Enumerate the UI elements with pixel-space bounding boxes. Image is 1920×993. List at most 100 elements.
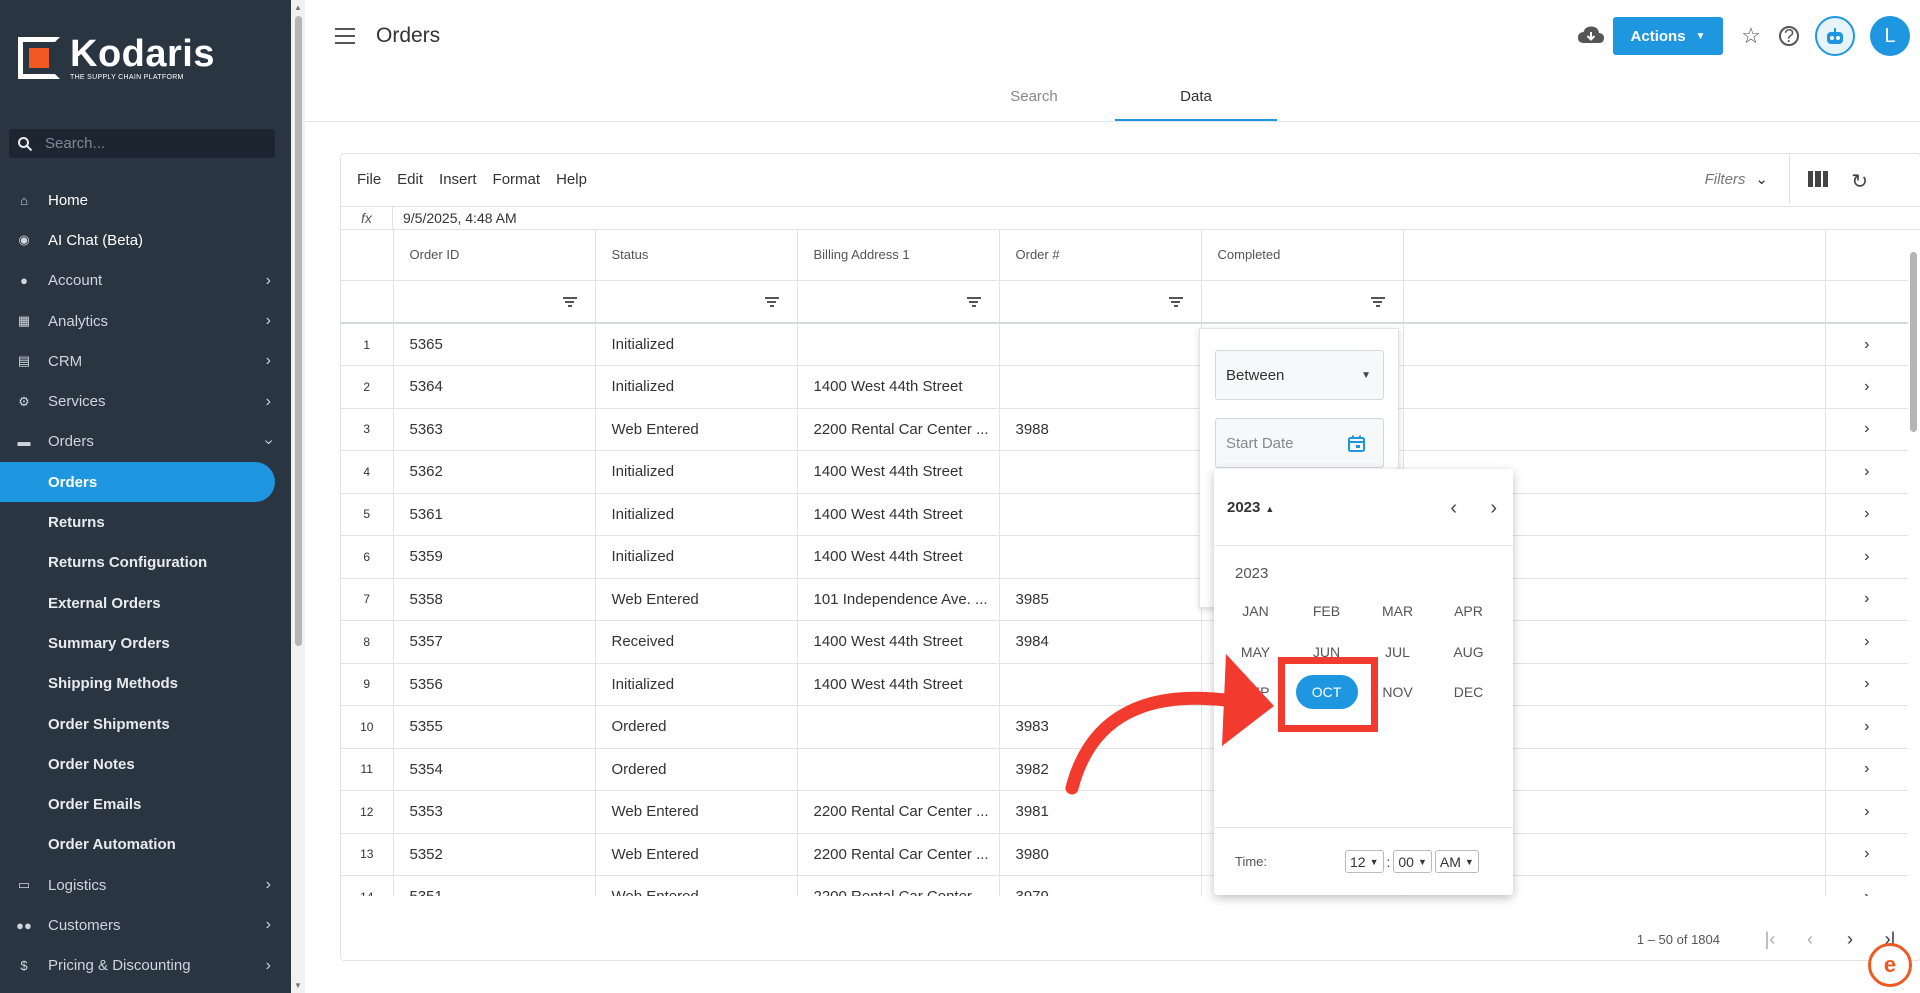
- cell-status[interactable]: Initialized: [595, 450, 798, 494]
- row-open-chevron-icon[interactable]: ›: [1825, 493, 1908, 536]
- cell-billing-address[interactable]: 1400 West 44th Street: [797, 493, 1000, 536]
- sidebar-item-analytics[interactable]: ▦ Analytics ›: [0, 301, 291, 341]
- refresh-icon[interactable]: ↻: [1851, 169, 1868, 194]
- sidebar-subitem-orders[interactable]: Orders: [0, 462, 275, 503]
- sidebar-subitem-order-notes[interactable]: Order Notes: [0, 744, 291, 784]
- row-number[interactable]: 9: [341, 663, 394, 706]
- scroll-up-arrow-icon[interactable]: ▲: [294, 3, 302, 12]
- cell-status[interactable]: Ordered: [595, 705, 798, 749]
- filter-icon[interactable]: [764, 296, 779, 307]
- sidebar-item-logistics[interactable]: ▭ Logistics ›: [0, 865, 291, 905]
- cell-status[interactable]: Received: [595, 620, 798, 664]
- cell-order-number[interactable]: [999, 365, 1202, 409]
- cell-order-number[interactable]: [999, 493, 1202, 536]
- month-mar[interactable]: MAR: [1362, 591, 1433, 632]
- table-row[interactable]: 7 5358 Web Entered 101 Independence Ave. ..…: [341, 578, 1908, 621]
- column-header-completed[interactable]: Completed: [1201, 230, 1404, 281]
- cell-order-id[interactable]: 5364: [393, 365, 596, 409]
- cell-order-id[interactable]: 5357: [393, 620, 596, 664]
- cell-order-number[interactable]: [999, 450, 1202, 494]
- actions-button[interactable]: Actions ▼: [1613, 17, 1723, 55]
- filter-cell-order-id[interactable]: [393, 280, 596, 324]
- grid-scrollbar[interactable]: [1906, 230, 1920, 896]
- row-open-chevron-icon[interactable]: ›: [1825, 408, 1908, 451]
- month-jan[interactable]: JAN: [1220, 591, 1291, 632]
- row-open-chevron-icon[interactable]: ›: [1825, 578, 1908, 621]
- cell-billing-address[interactable]: 2200 Rental Car Center ...: [797, 875, 1000, 896]
- sidebar-subitem-order-emails[interactable]: Order Emails: [0, 784, 291, 824]
- row-open-chevron-icon[interactable]: ›: [1825, 705, 1908, 749]
- cell-billing-address[interactable]: 1400 West 44th Street: [797, 663, 1000, 706]
- previous-icon[interactable]: ‹: [1450, 497, 1457, 520]
- start-date-input[interactable]: Start Date: [1215, 418, 1384, 468]
- cell-order-id[interactable]: 5353: [393, 790, 596, 834]
- row-number[interactable]: 2: [341, 365, 394, 409]
- cell-order-number[interactable]: 3985: [999, 578, 1202, 621]
- menu-help[interactable]: Help: [556, 171, 587, 188]
- month-apr[interactable]: APR: [1433, 591, 1504, 632]
- row-number[interactable]: 1: [341, 323, 394, 366]
- cell-billing-address[interactable]: [797, 705, 1000, 749]
- column-header-billing-address[interactable]: Billing Address 1: [797, 230, 1000, 281]
- cell-order-number[interactable]: [999, 535, 1202, 579]
- table-row[interactable]: 5 5361 Initialized 1400 West 44th Street ›: [341, 493, 1908, 536]
- filter-cell-order-number[interactable]: [999, 280, 1202, 324]
- cell-status[interactable]: Initialized: [595, 663, 798, 706]
- sidebar-subitem-summary-orders[interactable]: Summary Orders: [0, 623, 291, 663]
- cell-status[interactable]: Web Entered: [595, 408, 798, 451]
- filter-cell-completed[interactable]: [1201, 280, 1404, 324]
- sidebar-item-customers[interactable]: ●● Customers ›: [0, 905, 291, 945]
- cell-order-number[interactable]: 3988: [999, 408, 1202, 451]
- tab-search[interactable]: Search: [953, 80, 1115, 121]
- sidebar-item-home[interactable]: ⌂ Home: [0, 180, 291, 220]
- row-number[interactable]: 7: [341, 578, 394, 621]
- cell-order-id[interactable]: 5365: [393, 323, 596, 366]
- ampm-select[interactable]: AM ▼: [1434, 850, 1479, 873]
- next-page-icon[interactable]: ›: [1830, 929, 1870, 950]
- cell-billing-address[interactable]: 2200 Rental Car Center ...: [797, 408, 1000, 451]
- row-number[interactable]: 12: [341, 790, 394, 834]
- minute-select[interactable]: 00 ▼: [1393, 850, 1432, 873]
- row-number[interactable]: 4: [341, 450, 394, 494]
- cell-billing-address[interactable]: 2200 Rental Car Center ...: [797, 790, 1000, 834]
- sidebar-scrollbar[interactable]: ▲ ▼: [291, 0, 305, 993]
- row-number[interactable]: 14: [341, 875, 394, 896]
- month-aug[interactable]: AUG: [1433, 632, 1504, 673]
- cell-order-id[interactable]: 5362: [393, 450, 596, 494]
- menu-format[interactable]: Format: [493, 171, 541, 188]
- cell-order-id[interactable]: 5356: [393, 663, 596, 706]
- cell-order-id[interactable]: 5355: [393, 705, 596, 749]
- formula-input[interactable]: 9/5/2025, 4:48 AM: [403, 210, 517, 226]
- cell-billing-address[interactable]: [797, 323, 1000, 366]
- row-number[interactable]: 6: [341, 535, 394, 579]
- row-open-chevron-icon[interactable]: ›: [1825, 323, 1908, 366]
- row-number[interactable]: 10: [341, 705, 394, 749]
- sidebar-item-crm[interactable]: ▤ CRM ›: [0, 341, 291, 381]
- columns-icon[interactable]: [1808, 171, 1828, 187]
- sidebar-subitem-returns-configuration[interactable]: Returns Configuration: [0, 543, 291, 583]
- menu-icon[interactable]: [335, 28, 355, 49]
- cell-billing-address[interactable]: 1400 West 44th Street: [797, 450, 1000, 494]
- sidebar-item-account[interactable]: ● Account ›: [0, 261, 291, 301]
- cloud-download-icon[interactable]: [1577, 25, 1605, 47]
- cell-order-number[interactable]: [999, 323, 1202, 366]
- cell-status[interactable]: Ordered: [595, 748, 798, 791]
- sidebar-subitem-order-automation[interactable]: Order Automation: [0, 825, 291, 865]
- row-open-chevron-icon[interactable]: ›: [1825, 365, 1908, 409]
- table-row[interactable]: 6 5359 Initialized 1400 West 44th Street ›: [341, 535, 1908, 579]
- filter-icon[interactable]: [1370, 296, 1385, 307]
- calendar-icon[interactable]: [1348, 435, 1365, 452]
- menu-file[interactable]: File: [357, 171, 381, 188]
- table-row[interactable]: 145351Web Entered2200 Rental Car Center …: [341, 875, 1908, 896]
- filter-operator-select[interactable]: Between ▼: [1215, 350, 1384, 400]
- row-open-chevron-icon[interactable]: ›: [1825, 620, 1908, 664]
- filter-icon[interactable]: [1168, 296, 1183, 307]
- cell-status[interactable]: Initialized: [595, 323, 798, 366]
- cell-order-id[interactable]: 5358: [393, 578, 596, 621]
- tab-data[interactable]: Data: [1115, 80, 1277, 121]
- row-number[interactable]: 11: [341, 748, 394, 791]
- sidebar-search-input[interactable]: Search...: [9, 129, 275, 158]
- cell-order-id[interactable]: 5359: [393, 535, 596, 579]
- row-open-chevron-icon[interactable]: ›: [1825, 790, 1908, 834]
- cell-order-id[interactable]: 5351: [393, 875, 596, 896]
